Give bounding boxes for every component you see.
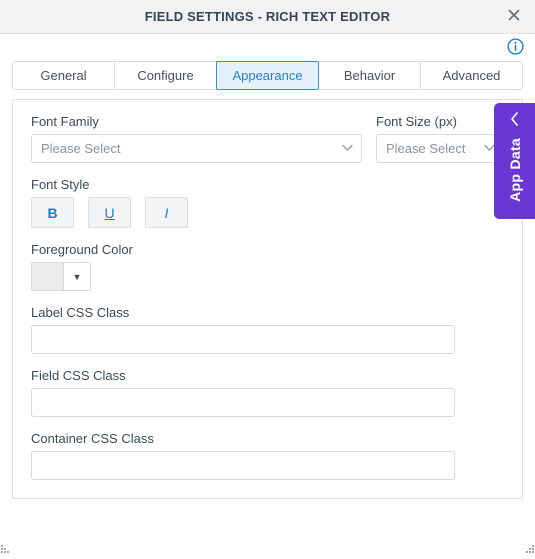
tab-configure[interactable]: Configure: [114, 61, 217, 90]
foreground-color-group: Foreground Color ▼: [31, 242, 504, 291]
font-size-select[interactable]: Please Select: [376, 134, 504, 163]
tab-behavior[interactable]: Behavior: [318, 61, 421, 90]
underline-button[interactable]: U: [88, 197, 131, 228]
tab-appearance-label: Appearance: [232, 68, 303, 83]
field-css-class-group: Field CSS Class: [31, 368, 504, 417]
label-css-class-label: Label CSS Class: [31, 305, 130, 320]
font-size-label: Font Size (px): [376, 114, 457, 129]
font-family-group: Font Family Please Select: [31, 114, 362, 163]
tab-advanced[interactable]: Advanced: [420, 61, 523, 90]
foreground-color-picker[interactable]: ▼: [31, 262, 91, 291]
color-swatch[interactable]: [32, 263, 64, 290]
field-css-class-input[interactable]: [31, 388, 455, 417]
tab-general-label: General: [40, 68, 87, 83]
tab-general[interactable]: General: [12, 61, 115, 90]
font-family-label: Font Family: [31, 114, 99, 129]
font-style-label: Font Style: [31, 177, 90, 192]
resize-handle-bottom-left[interactable]: [1, 541, 13, 553]
bold-button[interactable]: B: [31, 197, 74, 228]
app-data-panel-toggle[interactable]: App Data: [494, 103, 535, 219]
info-row: [0, 34, 535, 61]
tab-appearance[interactable]: Appearance: [216, 61, 319, 90]
font-family-select-wrap: Please Select: [31, 134, 362, 163]
container-css-class-input[interactable]: [31, 451, 455, 480]
foreground-color-label: Foreground Color: [31, 242, 133, 257]
font-row: Font Family Please Select Font Size (px)…: [31, 114, 504, 163]
tab-behavior-label: Behavior: [343, 68, 396, 83]
font-size-group: Font Size (px) Please Select: [376, 114, 504, 163]
close-icon[interactable]: ✕: [503, 6, 525, 28]
caret-down-icon[interactable]: ▼: [64, 263, 90, 290]
chevron-left-icon: [510, 112, 519, 128]
settings-tabs: General Configure Appearance Behavior Ad…: [0, 61, 535, 90]
resize-handle-bottom-right[interactable]: [522, 541, 534, 553]
window-title: FIELD SETTINGS - RICH TEXT EDITOR: [144, 9, 391, 24]
app-data-label: App Data: [506, 138, 523, 202]
appearance-form-panel: Font Family Please Select Font Size (px)…: [12, 99, 523, 499]
tab-advanced-label: Advanced: [442, 68, 501, 83]
label-css-class-input[interactable]: [31, 325, 455, 354]
container-css-class-group: Container CSS Class: [31, 431, 504, 480]
font-style-buttons: B U I: [31, 197, 504, 228]
font-style-group: Font Style B U I: [31, 177, 504, 228]
info-circle-icon[interactable]: [507, 38, 524, 55]
italic-button[interactable]: I: [145, 197, 188, 228]
field-css-class-label: Field CSS Class: [31, 368, 126, 383]
font-family-select[interactable]: Please Select: [31, 134, 362, 163]
label-css-class-group: Label CSS Class: [31, 305, 504, 354]
container-css-class-label: Container CSS Class: [31, 431, 154, 446]
window-titlebar: FIELD SETTINGS - RICH TEXT EDITOR ✕: [0, 0, 535, 34]
tab-configure-label: Configure: [137, 68, 194, 83]
font-size-select-wrap: Please Select: [376, 134, 504, 163]
